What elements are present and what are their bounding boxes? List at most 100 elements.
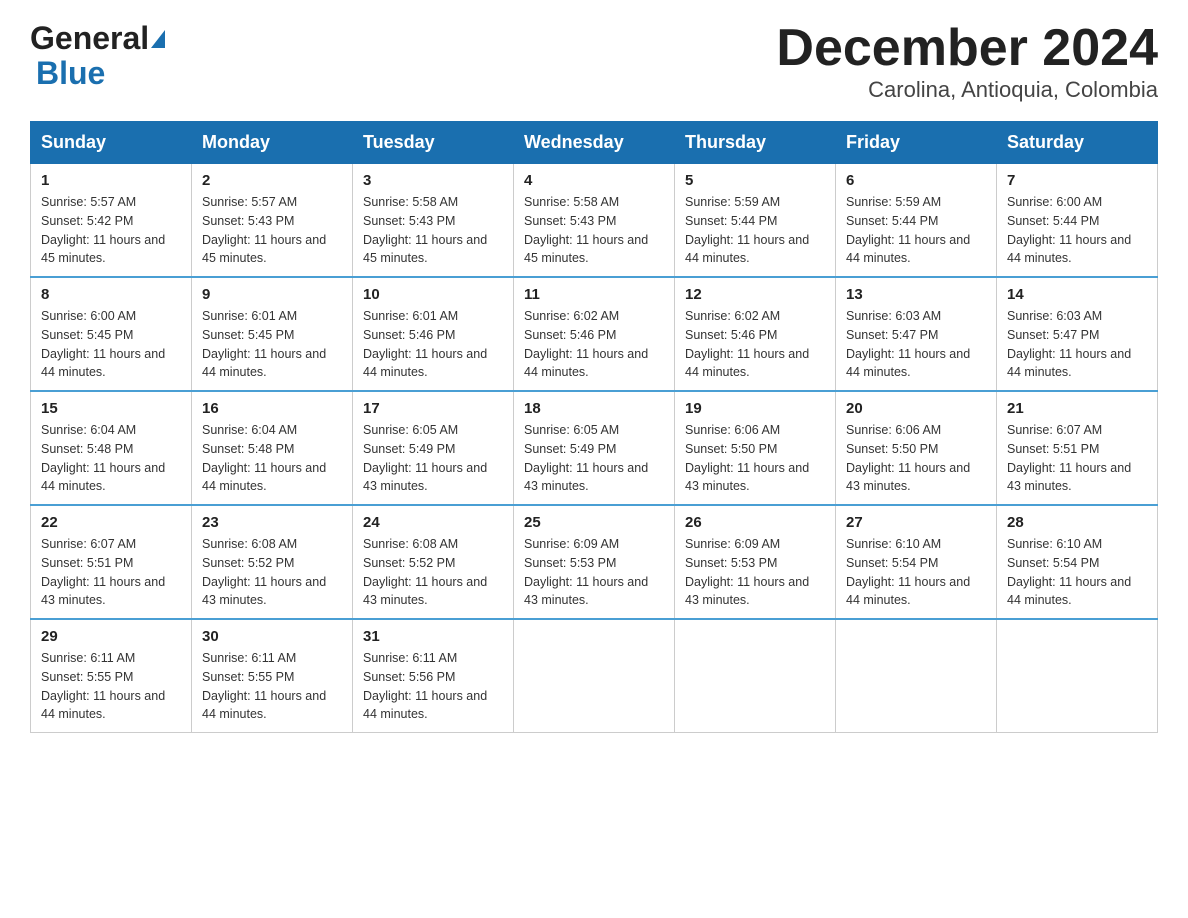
table-row: 27 Sunrise: 6:10 AMSunset: 5:54 PMDaylig… — [836, 505, 997, 619]
month-title: December 2024 — [776, 20, 1158, 77]
day-info: Sunrise: 6:06 AMSunset: 5:50 PMDaylight:… — [685, 421, 825, 496]
day-number: 10 — [363, 286, 503, 303]
day-number: 23 — [202, 514, 342, 531]
day-number: 8 — [41, 286, 181, 303]
table-row: 24 Sunrise: 6:08 AMSunset: 5:52 PMDaylig… — [353, 505, 514, 619]
table-row: 8 Sunrise: 6:00 AMSunset: 5:45 PMDayligh… — [31, 277, 192, 391]
table-row: 14 Sunrise: 6:03 AMSunset: 5:47 PMDaylig… — [997, 277, 1158, 391]
header-row: Sunday Monday Tuesday Wednesday Thursday… — [31, 122, 1158, 164]
day-info: Sunrise: 5:58 AMSunset: 5:43 PMDaylight:… — [363, 193, 503, 268]
day-info: Sunrise: 6:03 AMSunset: 5:47 PMDaylight:… — [1007, 307, 1147, 382]
table-row: 25 Sunrise: 6:09 AMSunset: 5:53 PMDaylig… — [514, 505, 675, 619]
day-number: 27 — [846, 514, 986, 531]
day-info: Sunrise: 6:11 AMSunset: 5:55 PMDaylight:… — [202, 649, 342, 724]
day-info: Sunrise: 6:01 AMSunset: 5:46 PMDaylight:… — [363, 307, 503, 382]
day-number: 3 — [363, 172, 503, 189]
day-number: 18 — [524, 400, 664, 417]
table-row: 7 Sunrise: 6:00 AMSunset: 5:44 PMDayligh… — [997, 164, 1158, 278]
day-info: Sunrise: 6:02 AMSunset: 5:46 PMDaylight:… — [685, 307, 825, 382]
day-number: 19 — [685, 400, 825, 417]
day-number: 5 — [685, 172, 825, 189]
logo-arrow-icon — [151, 30, 165, 48]
calendar-table: Sunday Monday Tuesday Wednesday Thursday… — [30, 121, 1158, 733]
day-info: Sunrise: 5:57 AMSunset: 5:43 PMDaylight:… — [202, 193, 342, 268]
day-number: 6 — [846, 172, 986, 189]
day-number: 2 — [202, 172, 342, 189]
table-row: 20 Sunrise: 6:06 AMSunset: 5:50 PMDaylig… — [836, 391, 997, 505]
day-number: 11 — [524, 286, 664, 303]
day-info: Sunrise: 6:07 AMSunset: 5:51 PMDaylight:… — [1007, 421, 1147, 496]
day-info: Sunrise: 6:00 AMSunset: 5:44 PMDaylight:… — [1007, 193, 1147, 268]
day-info: Sunrise: 6:09 AMSunset: 5:53 PMDaylight:… — [685, 535, 825, 610]
table-row: 15 Sunrise: 6:04 AMSunset: 5:48 PMDaylig… — [31, 391, 192, 505]
day-number: 13 — [846, 286, 986, 303]
col-thursday: Thursday — [675, 122, 836, 164]
day-number: 28 — [1007, 514, 1147, 531]
logo: General Blue — [30, 20, 165, 92]
day-number: 12 — [685, 286, 825, 303]
day-number: 31 — [363, 628, 503, 645]
day-info: Sunrise: 6:06 AMSunset: 5:50 PMDaylight:… — [846, 421, 986, 496]
col-tuesday: Tuesday — [353, 122, 514, 164]
calendar-week-4: 22 Sunrise: 6:07 AMSunset: 5:51 PMDaylig… — [31, 505, 1158, 619]
day-info: Sunrise: 6:11 AMSunset: 5:56 PMDaylight:… — [363, 649, 503, 724]
col-saturday: Saturday — [997, 122, 1158, 164]
table-row: 23 Sunrise: 6:08 AMSunset: 5:52 PMDaylig… — [192, 505, 353, 619]
day-number: 25 — [524, 514, 664, 531]
table-row: 17 Sunrise: 6:05 AMSunset: 5:49 PMDaylig… — [353, 391, 514, 505]
col-wednesday: Wednesday — [514, 122, 675, 164]
table-row: 19 Sunrise: 6:06 AMSunset: 5:50 PMDaylig… — [675, 391, 836, 505]
day-number: 1 — [41, 172, 181, 189]
day-number: 4 — [524, 172, 664, 189]
table-row: 31 Sunrise: 6:11 AMSunset: 5:56 PMDaylig… — [353, 619, 514, 733]
calendar-week-3: 15 Sunrise: 6:04 AMSunset: 5:48 PMDaylig… — [31, 391, 1158, 505]
day-info: Sunrise: 6:11 AMSunset: 5:55 PMDaylight:… — [41, 649, 181, 724]
calendar-week-2: 8 Sunrise: 6:00 AMSunset: 5:45 PMDayligh… — [31, 277, 1158, 391]
day-number: 24 — [363, 514, 503, 531]
table-row — [836, 619, 997, 733]
table-row: 16 Sunrise: 6:04 AMSunset: 5:48 PMDaylig… — [192, 391, 353, 505]
location-subtitle: Carolina, Antioquia, Colombia — [776, 77, 1158, 103]
day-info: Sunrise: 5:58 AMSunset: 5:43 PMDaylight:… — [524, 193, 664, 268]
day-number: 17 — [363, 400, 503, 417]
table-row: 29 Sunrise: 6:11 AMSunset: 5:55 PMDaylig… — [31, 619, 192, 733]
table-row: 6 Sunrise: 5:59 AMSunset: 5:44 PMDayligh… — [836, 164, 997, 278]
day-info: Sunrise: 6:10 AMSunset: 5:54 PMDaylight:… — [1007, 535, 1147, 610]
col-sunday: Sunday — [31, 122, 192, 164]
day-info: Sunrise: 6:01 AMSunset: 5:45 PMDaylight:… — [202, 307, 342, 382]
day-number: 14 — [1007, 286, 1147, 303]
table-row — [997, 619, 1158, 733]
day-number: 20 — [846, 400, 986, 417]
table-row: 18 Sunrise: 6:05 AMSunset: 5:49 PMDaylig… — [514, 391, 675, 505]
day-info: Sunrise: 5:59 AMSunset: 5:44 PMDaylight:… — [846, 193, 986, 268]
logo-general-text: General — [30, 20, 149, 57]
day-info: Sunrise: 6:08 AMSunset: 5:52 PMDaylight:… — [363, 535, 503, 610]
day-info: Sunrise: 6:05 AMSunset: 5:49 PMDaylight:… — [363, 421, 503, 496]
col-friday: Friday — [836, 122, 997, 164]
table-row — [675, 619, 836, 733]
day-number: 7 — [1007, 172, 1147, 189]
day-info: Sunrise: 6:07 AMSunset: 5:51 PMDaylight:… — [41, 535, 181, 610]
logo-blue-text: Blue — [36, 55, 105, 92]
table-row: 5 Sunrise: 5:59 AMSunset: 5:44 PMDayligh… — [675, 164, 836, 278]
day-number: 21 — [1007, 400, 1147, 417]
day-number: 29 — [41, 628, 181, 645]
day-info: Sunrise: 6:10 AMSunset: 5:54 PMDaylight:… — [846, 535, 986, 610]
table-row: 2 Sunrise: 5:57 AMSunset: 5:43 PMDayligh… — [192, 164, 353, 278]
table-row: 22 Sunrise: 6:07 AMSunset: 5:51 PMDaylig… — [31, 505, 192, 619]
day-info: Sunrise: 5:59 AMSunset: 5:44 PMDaylight:… — [685, 193, 825, 268]
day-number: 15 — [41, 400, 181, 417]
table-row: 30 Sunrise: 6:11 AMSunset: 5:55 PMDaylig… — [192, 619, 353, 733]
day-info: Sunrise: 6:00 AMSunset: 5:45 PMDaylight:… — [41, 307, 181, 382]
table-row: 10 Sunrise: 6:01 AMSunset: 5:46 PMDaylig… — [353, 277, 514, 391]
table-row: 28 Sunrise: 6:10 AMSunset: 5:54 PMDaylig… — [997, 505, 1158, 619]
day-number: 16 — [202, 400, 342, 417]
table-row: 11 Sunrise: 6:02 AMSunset: 5:46 PMDaylig… — [514, 277, 675, 391]
table-row: 3 Sunrise: 5:58 AMSunset: 5:43 PMDayligh… — [353, 164, 514, 278]
table-row — [514, 619, 675, 733]
day-number: 26 — [685, 514, 825, 531]
day-info: Sunrise: 6:04 AMSunset: 5:48 PMDaylight:… — [41, 421, 181, 496]
day-number: 9 — [202, 286, 342, 303]
day-info: Sunrise: 6:08 AMSunset: 5:52 PMDaylight:… — [202, 535, 342, 610]
table-row: 26 Sunrise: 6:09 AMSunset: 5:53 PMDaylig… — [675, 505, 836, 619]
